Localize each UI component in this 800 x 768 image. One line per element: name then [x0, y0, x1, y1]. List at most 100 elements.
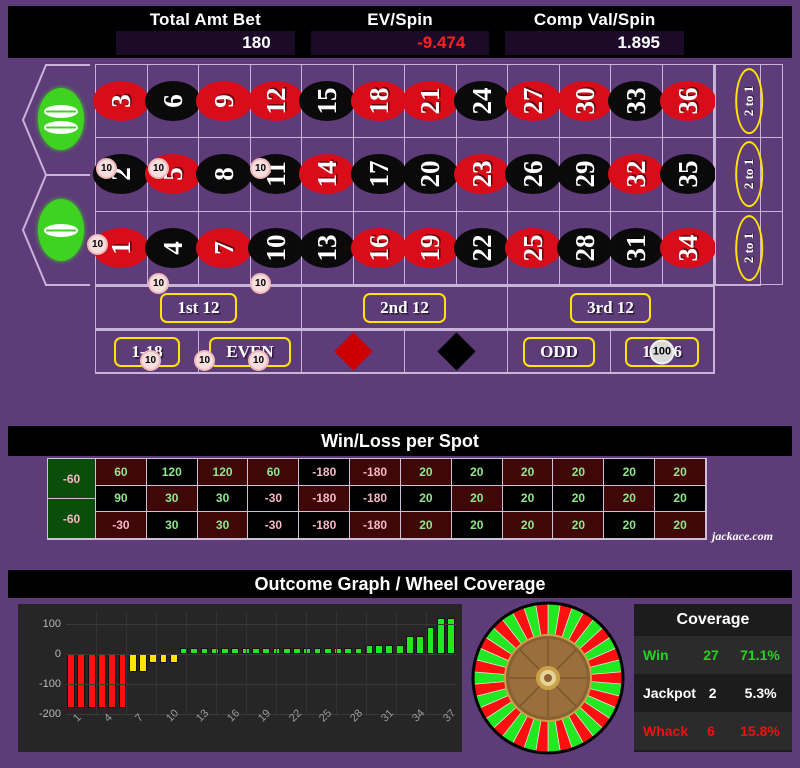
bet-chip[interactable]: 10 — [148, 158, 169, 179]
bet-cell-33[interactable]: 33 — [608, 64, 665, 139]
bet-cell-29[interactable]: 29 — [556, 137, 613, 212]
bet-chip[interactable]: 10 — [87, 234, 108, 255]
outside-bet-19-36[interactable]: 19-36100 — [610, 330, 714, 373]
winloss-zero-column: -60 -60 — [47, 458, 96, 539]
dozen-label: 1st 12 — [160, 292, 237, 323]
number-oval: 33 — [608, 81, 665, 122]
number-oval: 20 — [402, 154, 459, 195]
chart-bar-slot — [107, 612, 117, 714]
chart-bar-slot — [138, 612, 148, 714]
chart-gridline — [246, 612, 247, 714]
bet-cell-14[interactable]: 14 — [299, 137, 356, 212]
bet-chip[interactable]: 100 — [649, 339, 675, 364]
chart-bar — [98, 654, 106, 708]
bet-chip[interactable]: 10 — [140, 350, 161, 371]
bet-cell-25[interactable]: 25 — [505, 210, 562, 285]
number-oval: 19 — [402, 227, 459, 268]
bet-chip[interactable]: 10 — [250, 273, 271, 294]
outside-bet-red[interactable] — [301, 330, 405, 373]
stat-label: Comp Val/Spin — [533, 10, 656, 29]
bet-cell-3[interactable]: 3 — [93, 64, 150, 139]
chart-gridline — [335, 612, 337, 714]
bet-chip[interactable]: 10 — [250, 158, 271, 179]
chart-bar-slot — [374, 612, 384, 714]
bet-cell-21[interactable]: 21 — [402, 64, 459, 139]
chart-bar-slot — [302, 612, 312, 714]
bet-cell-19[interactable]: 19 — [402, 210, 459, 285]
bet-cell-12[interactable]: 12 — [247, 64, 304, 139]
coverage-percent: 71.1% — [740, 647, 780, 663]
bet-cell-28[interactable]: 28 — [556, 210, 613, 285]
bet-chip[interactable]: 10 — [194, 350, 215, 371]
bet-cell-9[interactable]: 9 — [196, 64, 253, 139]
chart-bar-slot — [179, 612, 189, 714]
bet-cell-24[interactable]: 24 — [453, 64, 510, 139]
number-oval: 10 — [247, 227, 304, 268]
bet-cell-35[interactable]: 35 — [659, 137, 716, 212]
bet-cell-13[interactable]: 13 — [299, 210, 356, 285]
bet-cell-20[interactable]: 20 — [402, 137, 459, 212]
winloss-title: Win/Loss per Spot — [8, 426, 792, 456]
dozen-bet-1st-12[interactable]: 1st 12 — [95, 286, 302, 329]
bet-cell-7[interactable]: 7 — [196, 210, 253, 285]
bet-cell-15[interactable]: 15 — [299, 64, 356, 139]
bet-cell-16[interactable]: 16 — [350, 210, 407, 285]
chart-bar-slot — [66, 612, 76, 714]
chart-bar-slot — [343, 612, 353, 714]
dozen-bet-2nd-12[interactable]: 2nd 12 — [301, 286, 508, 329]
chart-gridline — [276, 612, 277, 714]
column-bet-1[interactable]: 2 to 1 — [715, 64, 784, 139]
dozen-bet-3rd-12[interactable]: 3rd 12 — [507, 286, 714, 329]
bet-cell-0[interactable] — [38, 199, 84, 261]
chart-bar-slot — [436, 612, 446, 714]
bet-cell-18[interactable]: 18 — [350, 64, 407, 139]
bet-cell-6[interactable]: 6 — [144, 64, 201, 139]
bet-chip[interactable]: 10 — [96, 158, 117, 179]
bet-cell-31[interactable]: 31 — [608, 210, 665, 285]
bet-cell-27[interactable]: 27 — [505, 64, 562, 139]
winloss-cell: -180 — [349, 484, 401, 513]
chart-bar-slot — [128, 612, 138, 714]
stat-label: Total Amt Bet — [149, 10, 261, 29]
number-oval: 26 — [505, 154, 562, 195]
bet-cell-23[interactable]: 23 — [453, 137, 510, 212]
column-bet-3[interactable]: 2 to 1 — [715, 210, 784, 285]
number-oval: 27 — [505, 81, 562, 122]
outside-bet-black[interactable] — [404, 330, 508, 373]
winloss-zero-cell: -60 — [47, 458, 96, 499]
bet-cell-8[interactable]: 8 — [196, 137, 253, 212]
coverage-row-win: Win 27 71.1% — [634, 636, 792, 674]
number-oval: 18 — [350, 81, 407, 122]
winloss-cell: 90 — [95, 484, 147, 513]
column-bet-label: 2 to 1 — [735, 141, 764, 208]
bet-cell-32[interactable]: 32 — [608, 137, 665, 212]
bet-cell-30[interactable]: 30 — [556, 64, 613, 139]
bet-cell-36[interactable]: 36 — [659, 64, 716, 139]
number-oval: 28 — [556, 227, 613, 268]
bet-cell-26[interactable]: 26 — [505, 137, 562, 212]
winloss-cell: 20 — [654, 484, 706, 513]
chart-gridline — [426, 612, 427, 714]
chart-bar — [405, 636, 414, 654]
winloss-cell: -180 — [349, 458, 401, 486]
dozen-label: 3rd 12 — [570, 292, 651, 323]
winloss-cell: 20 — [501, 458, 554, 486]
winloss-cell: -180 — [298, 458, 351, 486]
column-bet-2[interactable]: 2 to 1 — [715, 137, 784, 212]
outside-bet-odd[interactable]: ODD — [507, 330, 611, 373]
bet-cell-00[interactable] — [38, 88, 84, 150]
winloss-cell: 20 — [501, 484, 554, 513]
bet-chip[interactable]: 10 — [148, 273, 169, 294]
coverage-rows: Win 27 71.1% Jackpot 2 5.3% Whack 6 15.8% — [634, 636, 792, 750]
brand-watermark: jackace.com — [712, 529, 773, 543]
number-oval: 30 — [556, 81, 613, 122]
chart-gridline — [306, 612, 307, 714]
chart-y-tick-label: 100 — [42, 618, 61, 630]
bet-cell-22[interactable]: 22 — [453, 210, 510, 285]
number-oval: 24 — [453, 81, 510, 122]
bet-chip[interactable]: 10 — [248, 350, 269, 371]
bet-cell-34[interactable]: 34 — [659, 210, 716, 285]
bet-cell-17[interactable]: 17 — [350, 137, 407, 212]
winloss-cell: 20 — [654, 458, 706, 486]
winloss-cell: 20 — [399, 511, 452, 539]
